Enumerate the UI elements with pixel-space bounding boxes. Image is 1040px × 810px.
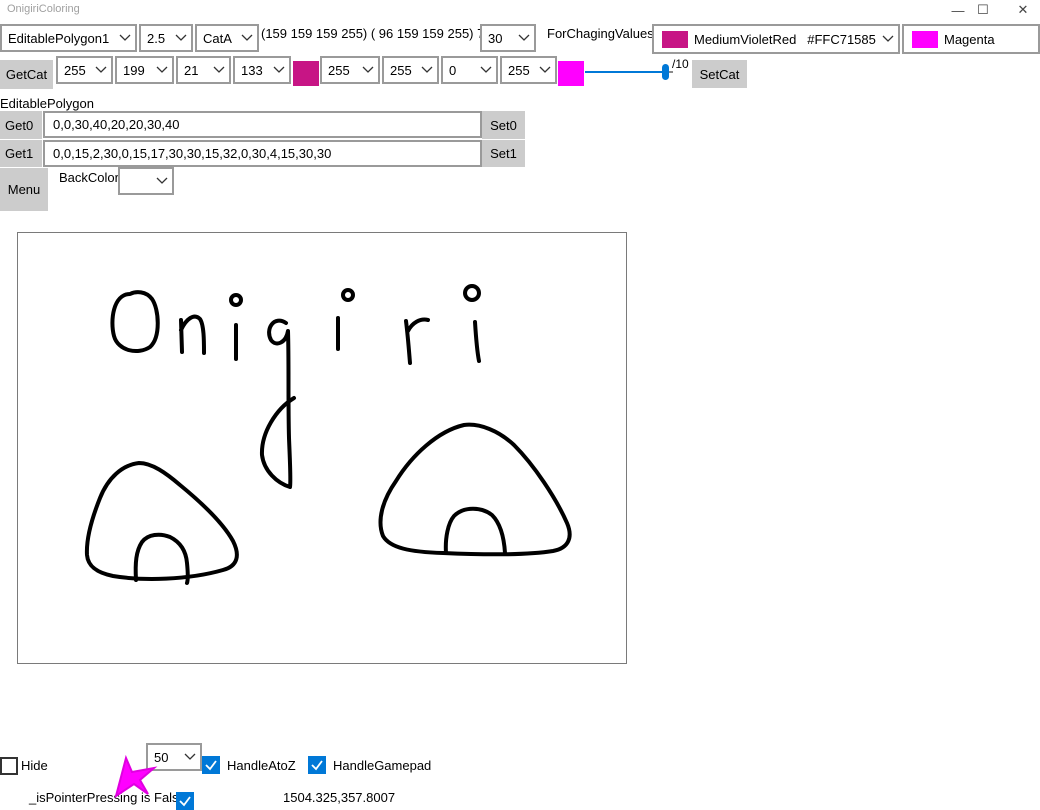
polygon-value0-input[interactable]: 0,0,30,40,20,20,30,40 (43, 111, 482, 138)
chevron-down-icon (209, 58, 229, 82)
chevron-down-icon (115, 26, 135, 50)
handle-atoz-checkbox[interactable] (202, 756, 220, 774)
maximize-icon: ☐ (977, 2, 989, 17)
cat-select-value: CatA (203, 30, 232, 46)
polygon-value1-input[interactable]: 0,0,15,2,30,0,15,17,30,30,15,32,0,30,4,1… (43, 140, 482, 167)
stroke-letter-i-3-dot (463, 284, 481, 302)
stroke-letter-o (110, 290, 160, 353)
chevron-down-icon (91, 58, 111, 82)
chevron-down-icon (878, 26, 898, 52)
chevron-down-icon (180, 745, 200, 769)
getcat-button[interactable]: GetCat (0, 60, 53, 89)
chevron-down-icon (514, 26, 534, 50)
rgba-value: 255 (390, 62, 412, 78)
canvas-drawing (84, 284, 572, 585)
handle-atoz-label: HandleAtoZ (227, 758, 296, 773)
color-swatch (912, 30, 938, 48)
backcolor-select[interactable] (118, 167, 174, 195)
rgba2-b-select[interactable]: 255 (500, 56, 557, 84)
set1-button[interactable]: Set1 (482, 140, 525, 167)
get1-button[interactable]: Get1 (0, 140, 42, 167)
menu-button[interactable]: Menu (0, 168, 48, 211)
handle-gamepad-checkbox[interactable] (308, 756, 326, 774)
stroke-letter-g (259, 318, 296, 489)
stroke-onigiri-right-nori (443, 506, 507, 555)
rgba1-b-select[interactable]: 133 (233, 56, 291, 84)
polygon-section-label: EditablePolygon (0, 96, 94, 111)
stroke-letter-r (404, 317, 430, 365)
hide-checkbox[interactable] (0, 757, 18, 775)
rgba1-g-select[interactable]: 21 (176, 56, 231, 84)
thickness-select-value: 30 (488, 30, 503, 46)
scale-select[interactable]: 2.5 (139, 24, 193, 52)
rgba-value: 133 (241, 62, 263, 78)
stroke-letter-i-2-dot (341, 288, 355, 302)
pointer-pressing-checkbox[interactable] (176, 792, 194, 810)
polygon-select-value: EditablePolygon1 (8, 30, 110, 46)
chevron-down-icon (417, 58, 437, 82)
rgba2-g-select[interactable]: 0 (441, 56, 498, 84)
color-name: MediumVioletRed (694, 31, 797, 47)
drawing-canvas[interactable] (17, 232, 627, 664)
window-title: OnigiriColoring (7, 3, 80, 15)
close-icon: ✕ (1017, 2, 1029, 17)
scale-select-value: 2.5 (147, 30, 166, 46)
set0-button[interactable]: Set0 (482, 111, 525, 139)
backcolor-label: BackColor (59, 170, 119, 185)
stroke-onigiri-right (378, 422, 572, 557)
chevron-down-icon (535, 58, 555, 82)
color-preview-swatch-2 (558, 61, 584, 86)
color-swatch (662, 30, 688, 48)
chevron-down-icon (152, 58, 172, 82)
slider-fill (585, 71, 664, 73)
stroke-letter-i-1-dot (229, 293, 243, 307)
changing-values-label: ForChagingValues (547, 26, 654, 41)
rgba-value: 255 (64, 62, 86, 78)
pointer-status-text: _isPointerPressing is False (29, 790, 186, 805)
slider-suffix: /10 (672, 57, 689, 71)
rgba-value: 255 (328, 62, 350, 78)
rgba-value: 255 (508, 62, 530, 78)
chevron-down-icon (269, 58, 289, 82)
value-slider[interactable] (585, 64, 673, 80)
color-name: Magenta (944, 31, 995, 47)
thickness-select[interactable]: 30 (480, 24, 536, 52)
color-select-primary[interactable]: MediumVioletRed #FFC71585 (652, 24, 900, 54)
rgba2-a-select[interactable]: 255 (320, 56, 380, 84)
hide-label: Hide (21, 758, 48, 773)
chevron-down-icon (171, 26, 191, 50)
color-hex: #FFC71585 (807, 31, 876, 47)
cat-select[interactable]: CatA (195, 24, 259, 52)
rgba1-a-select[interactable]: 255 (56, 56, 113, 84)
pointer-coords: 1504.325,357.8007 (283, 790, 396, 805)
rgba-value: 21 (184, 62, 199, 78)
close-button[interactable]: ✕ (1000, 0, 1040, 20)
title-bar: OnigiriColoring — ☐ ✕ (0, 0, 1040, 20)
handle-gamepad-label: HandleGamepad (333, 758, 432, 773)
chevron-down-icon (476, 58, 496, 82)
rgba-value: 0 (449, 62, 457, 78)
stroke-letter-i-3-stem (473, 320, 481, 363)
color-preview-swatch-1 (293, 61, 319, 86)
polygon-select[interactable]: EditablePolygon1 (0, 24, 137, 52)
rgba2-r-select[interactable]: 255 (382, 56, 439, 84)
color-info-text: (159 159 159 255) ( 96 159 159 255) 7 (261, 26, 485, 41)
color-select-secondary[interactable]: Magenta (902, 24, 1040, 54)
chevron-down-icon (237, 26, 257, 50)
get0-button[interactable]: Get0 (0, 111, 42, 139)
stroke-letter-n (179, 314, 206, 355)
setcat-button[interactable]: SetCat (692, 60, 747, 88)
rgba-value: 199 (123, 62, 145, 78)
pointer-cursor-icon (114, 754, 158, 799)
rgba1-r-select[interactable]: 199 (115, 56, 174, 84)
chevron-down-icon (152, 169, 172, 193)
slider-thumb[interactable] (662, 64, 669, 80)
stroke-onigiri-left (84, 461, 239, 581)
chevron-down-icon (358, 58, 378, 82)
